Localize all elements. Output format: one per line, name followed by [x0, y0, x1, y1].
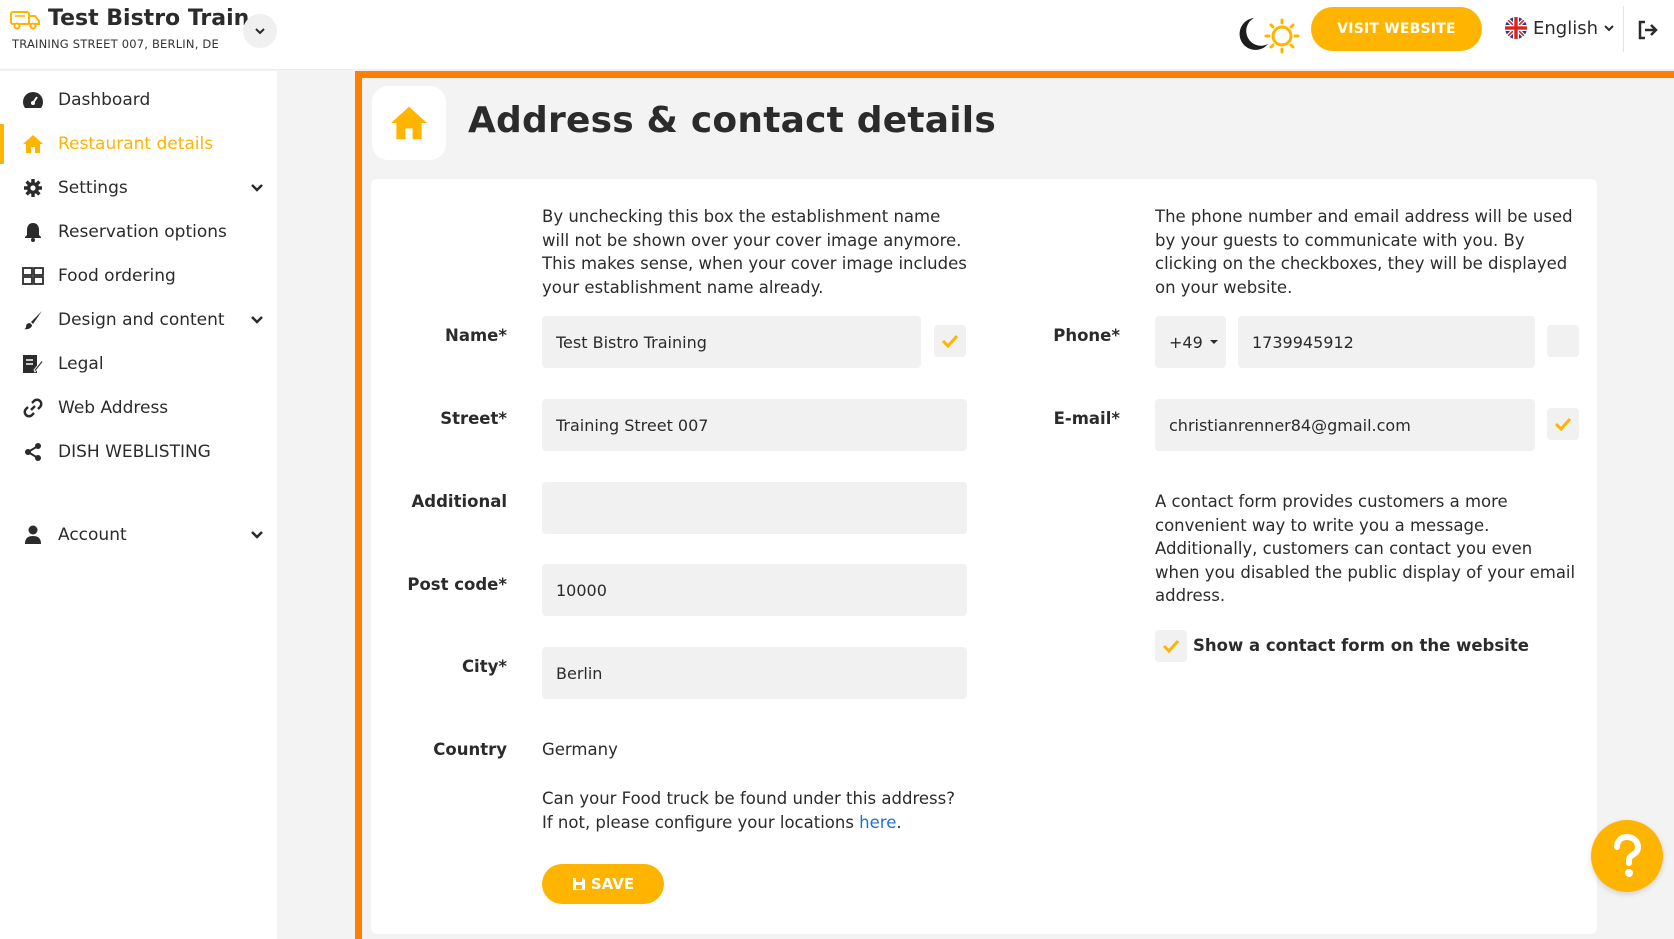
question-mark-icon [1614, 834, 1642, 877]
foodtruck-instruction-end: . [896, 812, 902, 832]
city-field[interactable] [542, 647, 967, 699]
email-field[interactable] [1155, 399, 1535, 451]
language-label: English [1533, 17, 1598, 39]
checkmark-icon [941, 334, 959, 348]
foodtruck-question: Can your Food truck be found under this … [542, 789, 955, 808]
phone-label: Phone* [1053, 326, 1120, 345]
sidebar-item-label: Settings [58, 178, 128, 198]
logout-button[interactable] [1637, 16, 1674, 44]
name-field[interactable] [542, 316, 921, 368]
brand-title: Test Bistro Train... [48, 6, 275, 31]
sidebar-item-design-and-content[interactable]: Design and content [0, 298, 277, 342]
chevron-down-icon [251, 531, 263, 539]
sidebar-item-label: Account [58, 525, 127, 545]
contact-form-note: A contact form provides customers a more… [1155, 492, 1576, 605]
checkmark-icon [1554, 417, 1572, 431]
legal-icon [22, 353, 44, 375]
floppy-disk-icon [572, 878, 585, 890]
additional-field[interactable] [542, 482, 967, 534]
sidebar-item-reservation-options[interactable]: Reservation options [0, 210, 277, 254]
country-label: Country [433, 740, 507, 759]
user-icon [22, 524, 44, 546]
link-icon [22, 397, 44, 419]
postcode-field[interactable] [542, 564, 967, 616]
sidebar-item-legal[interactable]: Legal [0, 342, 277, 386]
foodtruck-instruction: If not, please configure your locations … [542, 811, 982, 835]
chevron-down-icon [1604, 25, 1614, 32]
home-icon [22, 133, 44, 155]
logout-icon [1638, 20, 1658, 40]
sidebar-item-label: DISH WEBLISTING [58, 442, 211, 462]
sidebar-item-label: Restaurant details [58, 134, 214, 154]
sidebar-item-restaurant-details[interactable]: Restaurant details [0, 122, 277, 166]
gear-icon [22, 177, 44, 199]
street-field[interactable] [542, 399, 967, 451]
postcode-label: Post code* [407, 575, 507, 594]
save-button[interactable]: SAVE [542, 864, 664, 904]
sidebar-item-label: Reservation options [58, 222, 227, 242]
foodtruck-note: Can your Food truck be found under this … [542, 787, 982, 834]
contact-form-checkbox[interactable] [1155, 630, 1187, 662]
street-label: Street* [440, 409, 507, 428]
sidebar-item-web-address[interactable]: Web Address [0, 386, 277, 430]
save-button-label: SAVE [590, 875, 635, 893]
sidebar-item-food-ordering[interactable]: Food ordering [0, 254, 277, 298]
sidebar-item-settings[interactable]: Settings [0, 166, 277, 210]
name-visibility-checkbox[interactable] [934, 325, 966, 357]
dashboard-icon [22, 89, 44, 111]
brand-switcher-button[interactable] [243, 14, 277, 48]
checkmark-icon [1162, 639, 1180, 653]
moon-icon [1239, 18, 1268, 50]
phone-country-code-value: +49 [1169, 332, 1203, 352]
brand-block[interactable]: Test Bistro Train... TRAINING STREET 007… [10, 6, 274, 51]
phone-country-code-select[interactable]: +49 [1155, 316, 1226, 368]
top-header: Test Bistro Train... TRAINING STREET 007… [0, 0, 1674, 70]
sidebar-item-dish-weblisting[interactable]: DISH WEBLISTING [0, 430, 277, 474]
food-truck-icon [10, 10, 40, 29]
content-frame-top [355, 71, 1674, 78]
bell-icon [22, 221, 44, 243]
page-title: Address & contact details [468, 100, 996, 141]
email-visibility-checkbox[interactable] [1547, 408, 1579, 440]
caret-down-icon [1209, 340, 1218, 344]
chevron-down-icon [251, 316, 263, 324]
contact-visibility-note: The phone number and email address will … [1155, 207, 1573, 297]
chevron-down-icon [255, 28, 265, 35]
visit-website-button[interactable]: VISIT WEBSITE [1311, 7, 1482, 51]
country-value: Germany [542, 740, 618, 759]
food-ordering-icon [22, 265, 44, 287]
sidebar-item-label: Design and content [58, 310, 225, 330]
theme-toggle[interactable] [1232, 14, 1302, 54]
sidebar-item-label: Legal [58, 354, 104, 374]
uk-flag-icon [1505, 17, 1527, 39]
name-visibility-note: By unchecking this box the establishment… [542, 207, 967, 297]
share-icon [22, 441, 44, 463]
locations-link[interactable]: here [859, 813, 896, 832]
language-selector[interactable]: English [1505, 17, 1615, 39]
sidebar-item-label: Web Address [58, 398, 169, 418]
help-button[interactable] [1591, 820, 1663, 892]
page-icon-tile [372, 86, 446, 160]
city-label: City* [461, 657, 507, 676]
email-label: E-mail* [1053, 409, 1120, 428]
brush-icon [22, 309, 44, 331]
additional-label: Additional [411, 492, 507, 511]
sidebar-item-dashboard[interactable]: Dashboard [0, 78, 277, 122]
name-label: Name* [445, 326, 507, 345]
sidebar-item-label: Dashboard [58, 90, 151, 110]
foodtruck-instruction-text: If not, please configure your locations [542, 812, 860, 832]
sidebar: Dashboard Restaurant details Settings Re… [0, 71, 277, 939]
chevron-down-icon [251, 184, 263, 192]
phone-visibility-checkbox[interactable] [1547, 325, 1579, 357]
sidebar-item-label: Food ordering [58, 266, 176, 286]
brand-address: TRAINING STREET 007, BERLIN, DE [12, 37, 219, 51]
home-icon [391, 106, 427, 140]
phone-field[interactable] [1238, 316, 1535, 368]
sidebar-item-account[interactable]: Account [0, 513, 277, 557]
header-divider [1623, 6, 1624, 52]
sun-icon [1264, 18, 1300, 54]
contact-form-label[interactable]: Show a contact form on the website [1193, 636, 1529, 655]
content-frame-left [355, 71, 362, 939]
